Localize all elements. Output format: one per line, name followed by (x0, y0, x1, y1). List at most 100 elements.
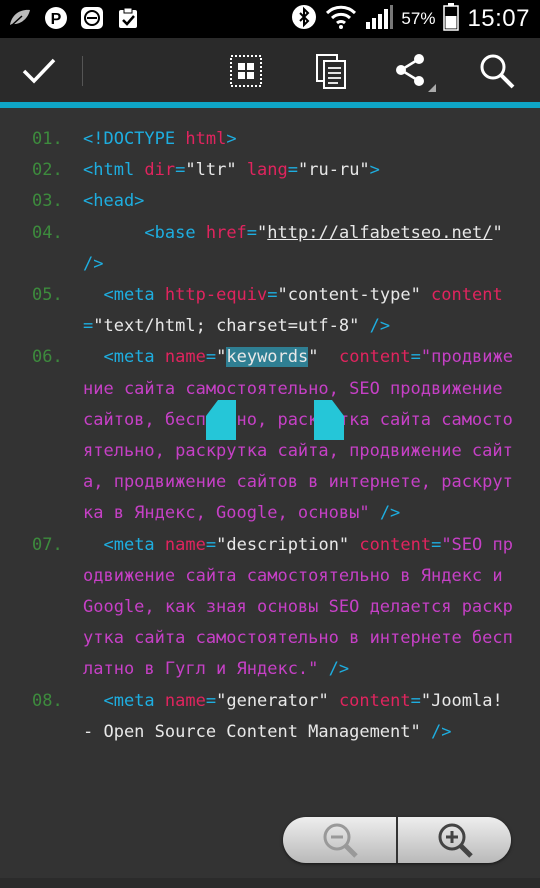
code-token: = (83, 316, 94, 337)
code-token: <meta (83, 347, 165, 368)
code-token: "description" (216, 534, 360, 555)
line-number: 07. (32, 534, 63, 555)
code-token: /> (83, 253, 104, 274)
code-line: 06. <meta name="keywords" content="продв… (0, 342, 540, 529)
line-number: 03. (32, 191, 63, 212)
code-token: dir (144, 160, 176, 181)
code-line: 02. <html dir="ltr" lang="ru-ru"> (0, 155, 540, 186)
code-token: <!DOCTYPE (83, 129, 186, 149)
signal-icon (365, 4, 394, 35)
code-line: 04. <base href="http://alfabetseo.net/" … (0, 218, 540, 280)
code-token: = (175, 160, 186, 181)
code-token: href (205, 222, 247, 243)
zoom-in-icon[interactable] (398, 817, 511, 863)
code-token: = (287, 160, 299, 181)
code-token: = (267, 285, 278, 306)
e-app-icon (80, 6, 104, 30)
code-text: <head> (83, 186, 513, 217)
code-token: /> (379, 503, 401, 524)
code-token: "generator" (216, 690, 339, 711)
svg-text:P: P (51, 11, 62, 28)
code-text: <meta http-equiv="content-type" content=… (83, 280, 513, 342)
notification-icons: P (8, 6, 140, 30)
code-token: lang (246, 160, 288, 181)
wifi-icon (325, 4, 357, 35)
copy-icon[interactable] (306, 46, 356, 96)
code-line: 01. <!DOCTYPE html> (0, 124, 540, 155)
status-bar: P 57% 15:07 (0, 0, 540, 38)
code-token: <meta (83, 690, 165, 711)
action-bar (0, 38, 540, 102)
line-number: 04. (32, 222, 63, 243)
code-token: " (216, 347, 227, 368)
code-token: /> (431, 721, 452, 742)
code-text: <!DOCTYPE html> (83, 124, 513, 155)
line-number: 02. (32, 160, 63, 181)
code-token: /> (369, 316, 391, 337)
check-icon[interactable] (14, 46, 64, 96)
code-line: 03. <head> (0, 186, 540, 217)
select-all-icon[interactable] (221, 46, 271, 96)
code-text: <meta name="generator" content="Joomla! … (83, 686, 513, 748)
pinterest-icon: P (44, 6, 68, 30)
code-token: <base (83, 222, 206, 243)
code-token: name (164, 347, 206, 368)
code-token: content (359, 534, 432, 555)
code-line: 05. <meta http-equiv="content-type" cont… (0, 280, 540, 342)
battery-icon (443, 2, 460, 36)
code-token: <head> (83, 191, 145, 212)
code-token: content (338, 347, 411, 368)
code-token: > (226, 129, 237, 149)
code-token: http://alfabetseo.net/ (267, 222, 493, 243)
code-text: <meta name="keywords" content="продвижен… (83, 342, 513, 529)
zoom-out-icon[interactable] (283, 817, 396, 863)
line-number: 06. (32, 347, 63, 368)
code-token: = (410, 347, 421, 368)
code-token: = (246, 222, 258, 243)
code-token: "ltr" (185, 160, 247, 181)
code-token: <html (83, 160, 145, 181)
code-token: <meta (83, 534, 165, 555)
zoom-control (283, 817, 511, 863)
code-token: name (164, 534, 206, 555)
code-text: <meta name="description" content="SEO пр… (83, 530, 513, 686)
line-number: 01. (32, 129, 63, 149)
code-token: "text/html; charset=utf-8" (93, 316, 370, 337)
action-bar-divider (82, 56, 83, 86)
code-line: 08. <meta name="generator" content="Joom… (0, 686, 540, 748)
bottom-strip (0, 878, 540, 888)
code-token: "SEO продвижение сайта самостоятельно в … (83, 534, 513, 680)
code-token: > (369, 160, 380, 181)
leaf-icon (8, 7, 32, 29)
bluetooth-icon (291, 4, 317, 35)
code-token: = (410, 690, 421, 711)
code-token: "продвижение сайта самостоятельно, SEO п… (83, 347, 513, 524)
code-token: = (205, 690, 217, 711)
selected-text: keywords (226, 347, 309, 368)
code-token: content (431, 285, 503, 306)
code-token: = (205, 534, 217, 555)
code-line: 07. <meta name="description" content="SE… (0, 530, 540, 686)
search-icon[interactable] (472, 46, 522, 96)
code-view[interactable]: 01. <!DOCTYPE html> 02. <html dir="ltr" lan… (0, 124, 540, 748)
code-token: http-equiv (164, 285, 268, 306)
code-token: html (185, 129, 227, 149)
code-token: /> (328, 659, 350, 680)
line-number: 08. (32, 690, 63, 711)
code-token: " (257, 222, 268, 243)
battery-percent: 57% (401, 9, 436, 28)
code-text: <base href="http://alfabetseo.net/" /> (83, 218, 513, 280)
code-token: = (431, 534, 442, 555)
clock: 15:07 (467, 5, 530, 32)
code-token: = (205, 347, 217, 368)
code-token: " (308, 347, 339, 368)
share-icon[interactable] (390, 46, 440, 96)
clipboard-check-icon (116, 6, 140, 30)
code-token: <meta (83, 285, 165, 306)
action-bar-accent-line (0, 102, 540, 108)
code-token: "ru-ru" (298, 160, 370, 181)
line-number: 05. (32, 285, 63, 306)
code-token: " (492, 222, 513, 243)
code-token: name (164, 690, 206, 711)
code-text: <html dir="ltr" lang="ru-ru"> (83, 155, 513, 186)
